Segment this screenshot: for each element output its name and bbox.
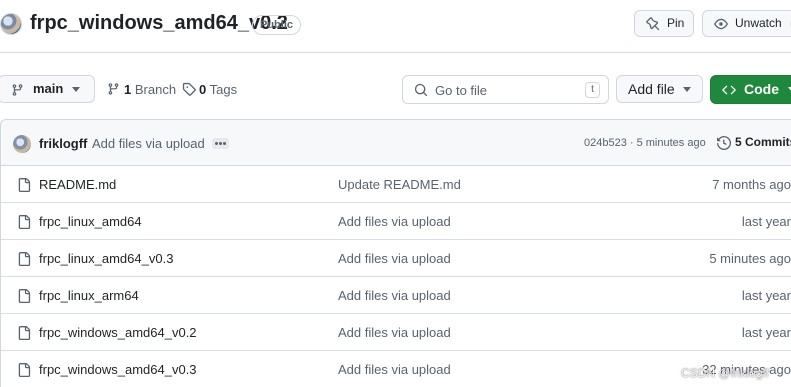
file-commit-age: 5 minutes ago — [709, 251, 791, 266]
eye-icon — [714, 18, 728, 30]
file-commit-age: 7 months ago — [712, 177, 791, 192]
branches-count: 1 — [124, 82, 132, 97]
file-name[interactable]: frpc_linux_amd64_v0.3 — [39, 251, 173, 266]
tags-text: Tags — [209, 82, 238, 97]
file-commit-message[interactable]: Add files via upload — [338, 251, 451, 266]
git-branch-icon — [108, 83, 119, 95]
header-divider — [0, 52, 791, 53]
commits-history-link[interactable]: 5 Commits — [717, 135, 791, 150]
add-file-label: Add file — [628, 81, 675, 97]
expand-commit-button[interactable] — [212, 138, 229, 149]
repo-header: frpc_windows_amd64_v0.2 Public Pin Unwat… — [0, 0, 791, 52]
commit-message[interactable]: Add files via upload — [92, 136, 205, 151]
file-commit-message[interactable]: Add files via upload — [338, 325, 451, 340]
commit-hash-time[interactable]: 024b523 · 5 minutes ago — [584, 137, 706, 149]
pin-label: Pin — [667, 16, 685, 30]
tags-count: 0 — [199, 82, 207, 97]
file-icon — [18, 326, 31, 340]
repo-title[interactable]: frpc_windows_amd64_v0.2 — [30, 12, 288, 35]
search-shortcut-key: t — [585, 82, 600, 98]
file-row[interactable]: frpc_windows_amd64_v0.2 Add files via upl… — [1, 314, 791, 351]
branches-link[interactable]: 1 Branch — [107, 82, 176, 97]
branch-label: main — [33, 81, 64, 96]
ellipsis-dot-icon — [215, 142, 218, 145]
file-icon — [18, 215, 31, 229]
watermark: CSDN @friklogff — [681, 366, 769, 380]
file-name[interactable]: frpc_linux_arm64 — [39, 288, 139, 303]
file-name[interactable]: frpc_windows_amd64_v0.2 — [39, 325, 197, 340]
visibility-badge: Public — [252, 15, 302, 35]
unwatch-label: Unwatch — [735, 16, 782, 30]
chevron-down-icon — [683, 87, 691, 92]
code-button[interactable]: Code — [710, 75, 791, 104]
file-row[interactable]: frpc_linux_amd64_v0.3 Add files via uploa… — [1, 240, 791, 277]
branches-text: Branch — [134, 82, 177, 97]
file-icon — [18, 289, 31, 303]
file-row[interactable]: frpc_windows_amd64_v0.3 Add files via upl… — [1, 351, 791, 387]
file-name[interactable]: README.md — [39, 177, 116, 192]
go-to-file-search[interactable]: t — [402, 75, 609, 104]
add-file-button[interactable]: Add file — [616, 75, 703, 103]
chevron-down-icon — [72, 87, 80, 92]
file-commit-age: last year — [741, 288, 791, 303]
file-commit-message[interactable]: Add files via upload — [338, 214, 451, 229]
git-branch-icon — [12, 84, 23, 96]
file-commit-age: last year — [741, 325, 791, 340]
ellipsis-dot-icon — [219, 142, 222, 145]
file-row[interactable]: frpc_linux_amd64 Add files via upload last… — [1, 203, 791, 240]
pin-icon — [646, 17, 660, 31]
file-icon — [18, 363, 31, 377]
file-row[interactable]: frpc_linux_arm64 Add files via upload last… — [1, 277, 791, 314]
code-icon — [722, 85, 736, 95]
file-name[interactable]: frpc_windows_amd64_v0.3 — [39, 362, 197, 377]
file-name[interactable]: frpc_linux_amd64 — [39, 214, 142, 229]
file-icon — [18, 252, 31, 266]
latest-commit-bar: friklogff Add files via upload 024b523 ·… — [0, 119, 791, 166]
file-commit-message[interactable]: Update README.md — [338, 177, 461, 192]
commit-author[interactable]: friklogff — [39, 136, 87, 151]
unwatch-button[interactable]: Unwatch1 — [702, 10, 791, 37]
file-commit-message[interactable]: Add files via upload — [338, 362, 451, 377]
tag-icon — [182, 82, 196, 96]
ellipsis-dot-icon — [223, 142, 226, 145]
code-label: Code — [744, 81, 779, 97]
search-input[interactable] — [435, 81, 575, 99]
tags-link[interactable]: 0 Tags — [182, 82, 237, 97]
search-icon — [414, 83, 428, 97]
owner-avatar[interactable] — [0, 13, 22, 35]
branch-selector[interactable]: main — [0, 75, 95, 103]
commits-count: 5 Commits — [735, 135, 791, 149]
history-icon — [717, 136, 731, 150]
pin-button[interactable]: Pin — [634, 10, 694, 37]
author-avatar[interactable] — [13, 135, 31, 153]
file-commit-age: last year — [741, 214, 791, 229]
file-icon — [18, 178, 31, 192]
file-list: README.md Update README.md 7 months ago frp… — [0, 166, 791, 387]
file-commit-message[interactable]: Add files via upload — [338, 288, 451, 303]
file-row[interactable]: README.md Update README.md 7 months ago — [1, 166, 791, 203]
